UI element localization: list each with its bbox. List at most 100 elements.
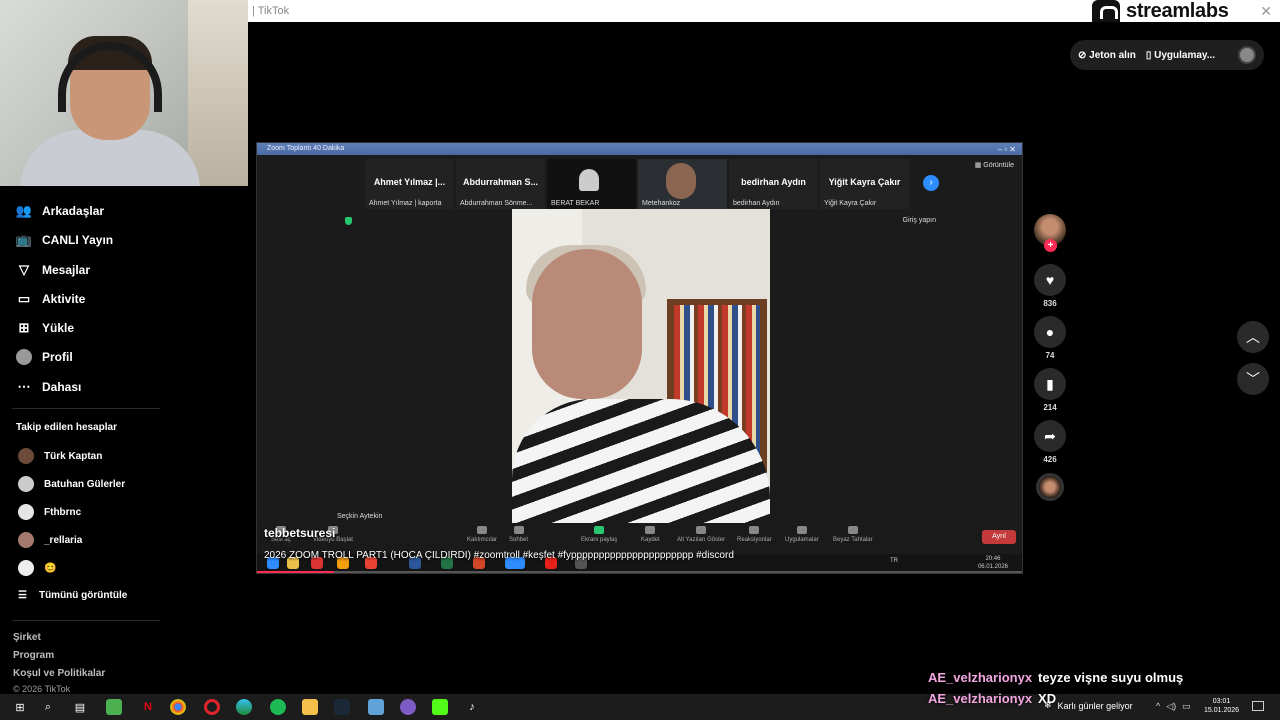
participant-tile: Abdurrahman S... Abdurrahman Sönme... (456, 159, 545, 209)
comment-action: ● 74 (1034, 316, 1066, 360)
folder-icon[interactable] (302, 699, 318, 715)
toolbar-item: Alt Yazıları Göster (677, 526, 725, 543)
notification-icon[interactable] (1252, 701, 1264, 711)
following-account[interactable]: 😊 (18, 560, 56, 576)
close-icon[interactable]: ✕ (1260, 3, 1272, 20)
upload-icon: ⊞ (18, 320, 30, 335)
heart-icon[interactable]: ♥ (1034, 264, 1066, 296)
get-coins-button[interactable]: ⊘ Jeton alın (1078, 50, 1136, 61)
save-count: 214 (1043, 403, 1057, 412)
tab-title[interactable]: | TikTok (252, 5, 289, 17)
task-view-icon[interactable]: ▤ (72, 699, 88, 715)
netflix-icon[interactable]: N (140, 699, 156, 715)
footer-link-company[interactable]: Şirket (13, 632, 41, 643)
shield-icon (345, 217, 352, 225)
toolbar-item: Reaksiyonlar (737, 526, 772, 543)
participant-tile: bedirhan Aydın bedirhan Aydın (729, 159, 818, 209)
chevron-up-icon[interactable]: ^ (1156, 701, 1160, 712)
participant-tile: Metehankoz (638, 159, 727, 209)
more-icon: ⋯ (17, 379, 31, 394)
opera-icon[interactable] (204, 699, 220, 715)
copyright: © 2026 TikTok (13, 684, 71, 694)
spotify-icon[interactable] (270, 699, 286, 715)
windows-start-icon[interactable]: ⊞ (12, 699, 28, 715)
video-player[interactable]: Zoom Toplantı 40 Dakika – ▫ ✕ ▦ Görüntül… (256, 142, 1023, 574)
following-account[interactable]: _rellaria (18, 532, 82, 548)
chevron-up-icon[interactable]: ︿ (1237, 321, 1269, 353)
sidebar-item-more[interactable]: ⋯ Dahası (16, 379, 82, 395)
following-account[interactable]: Fthbrnc (18, 504, 81, 520)
network-icon[interactable]: ▭ (1182, 701, 1191, 712)
bookmark-icon[interactable]: ▮ (1034, 368, 1066, 400)
music-disc-icon[interactable] (1036, 473, 1064, 501)
active-speaker-name: Seçkin Aytekin (337, 513, 383, 520)
comment-icon[interactable]: ● (1034, 316, 1066, 348)
streamlabs-overlay: streamlabs (1092, 0, 1229, 22)
leave-button: Ayrıl (982, 530, 1016, 544)
participant-tile: Ahmet Yılmaz |... Ahmet Yılmaz | kaporta (365, 159, 454, 209)
share-icon[interactable]: ➦ (1034, 420, 1066, 452)
steam-icon[interactable] (334, 699, 350, 715)
sidebar-item-profile[interactable]: Profil (16, 349, 73, 365)
toolbar-item: Uygulamalar (785, 526, 819, 543)
chrome-icon[interactable] (170, 699, 186, 715)
toolbar-item: Ekranı paylaş (581, 526, 617, 543)
sidebar-item-upload[interactable]: ⊞ Yükle (16, 320, 74, 336)
chat-message: AE_velzharionyx teyze vişne suyu olmuş (928, 670, 1184, 685)
comment-count: 74 (1045, 351, 1055, 360)
get-app-button[interactable]: ▯ Uygulamay... (1146, 50, 1215, 61)
like-count: 836 (1043, 299, 1057, 308)
like-action: ♥ 836 (1034, 264, 1066, 308)
friends-icon: 👥 (15, 203, 33, 218)
login-label: Giriş yapın (902, 217, 936, 224)
participant-tiles: Ahmet Yılmaz |... Ahmet Yılmaz | kaporta… (365, 159, 909, 209)
sidebar-item-messages[interactable]: ▽ Mesajlar (16, 262, 90, 278)
volume-icon[interactable]: ◁) (1166, 701, 1176, 712)
streamer-webcam (0, 0, 248, 186)
following-account[interactable]: Batuhan Gülerler (18, 476, 125, 492)
toolbar-item: Beyaz Tahtalar (833, 526, 873, 543)
footer-link-terms[interactable]: Koşul ve Politikalar (13, 668, 105, 679)
kick-icon[interactable] (432, 699, 448, 715)
save-action: ▮ 214 (1034, 368, 1066, 412)
sidebar: 👥 Arkadaşlar 📺 CANLI Yayın ▽ Mesajlar ▭ … (0, 186, 248, 720)
toolbar-item: Sohbet (509, 526, 528, 543)
avatar (18, 448, 34, 464)
system-tray: ^ ◁) ▭ (1156, 701, 1191, 712)
weather-widget[interactable]: ❄ Karlı günler geliyor (1044, 700, 1133, 711)
sidebar-item-friends[interactable]: 👥 Arkadaşlar (16, 203, 104, 219)
follow-plus-icon[interactable]: + (1044, 239, 1057, 252)
gallery-view-button: ▦ Görüntüle (974, 162, 1014, 169)
user-avatar[interactable] (1238, 46, 1256, 64)
following-title: Takip edilen hesaplar (16, 422, 117, 433)
app-icon[interactable] (106, 699, 122, 715)
list-icon: ☰ (18, 590, 27, 601)
window-controls: – ▫ ✕ (997, 145, 1016, 154)
divider (12, 620, 160, 621)
search-icon[interactable]: ⌕ (40, 699, 56, 715)
avatar (18, 560, 34, 576)
video-progress-bar[interactable] (257, 571, 1022, 573)
sidebar-item-activity[interactable]: ▭ Aktivite (16, 291, 86, 307)
avatar (18, 532, 34, 548)
messages-icon: ▽ (19, 262, 29, 277)
edge-icon[interactable] (236, 699, 252, 715)
active-speaker-video (512, 209, 770, 523)
chevron-down-icon[interactable]: ﹀ (1237, 363, 1269, 395)
top-actions: ⊘ Jeton alın ▯ Uygulamay... (1070, 40, 1264, 70)
video-author[interactable]: tebbetsuresi (264, 526, 335, 540)
see-all-link[interactable]: ☰ Tümünü görüntüle (18, 590, 127, 601)
streamlabs-brand: streamlabs (1126, 0, 1229, 22)
app-icon[interactable] (368, 699, 384, 715)
sidebar-item-live[interactable]: 📺 CANLI Yayın (16, 232, 113, 248)
zoom-window-title: Zoom Toplantı 40 Dakika – ▫ ✕ (257, 143, 1022, 155)
following-account[interactable]: Türk Kaptan (18, 448, 102, 464)
obs-icon[interactable] (400, 699, 416, 715)
screen: | TikTok streamlabs ✕ 👥 Arkadaşlar 📺 CAN… (0, 0, 1280, 720)
chevron-right-icon: › (923, 175, 939, 191)
footer-link-program[interactable]: Program (13, 650, 54, 661)
video-description: 2026 ZOOM TROLL PART1 (HOCA ÇILDIRDI) #z… (264, 550, 734, 561)
divider (12, 408, 160, 409)
tiktok-icon[interactable]: ♪ (464, 699, 480, 715)
clock[interactable]: 03:01 15.01.2026 (1204, 697, 1239, 715)
